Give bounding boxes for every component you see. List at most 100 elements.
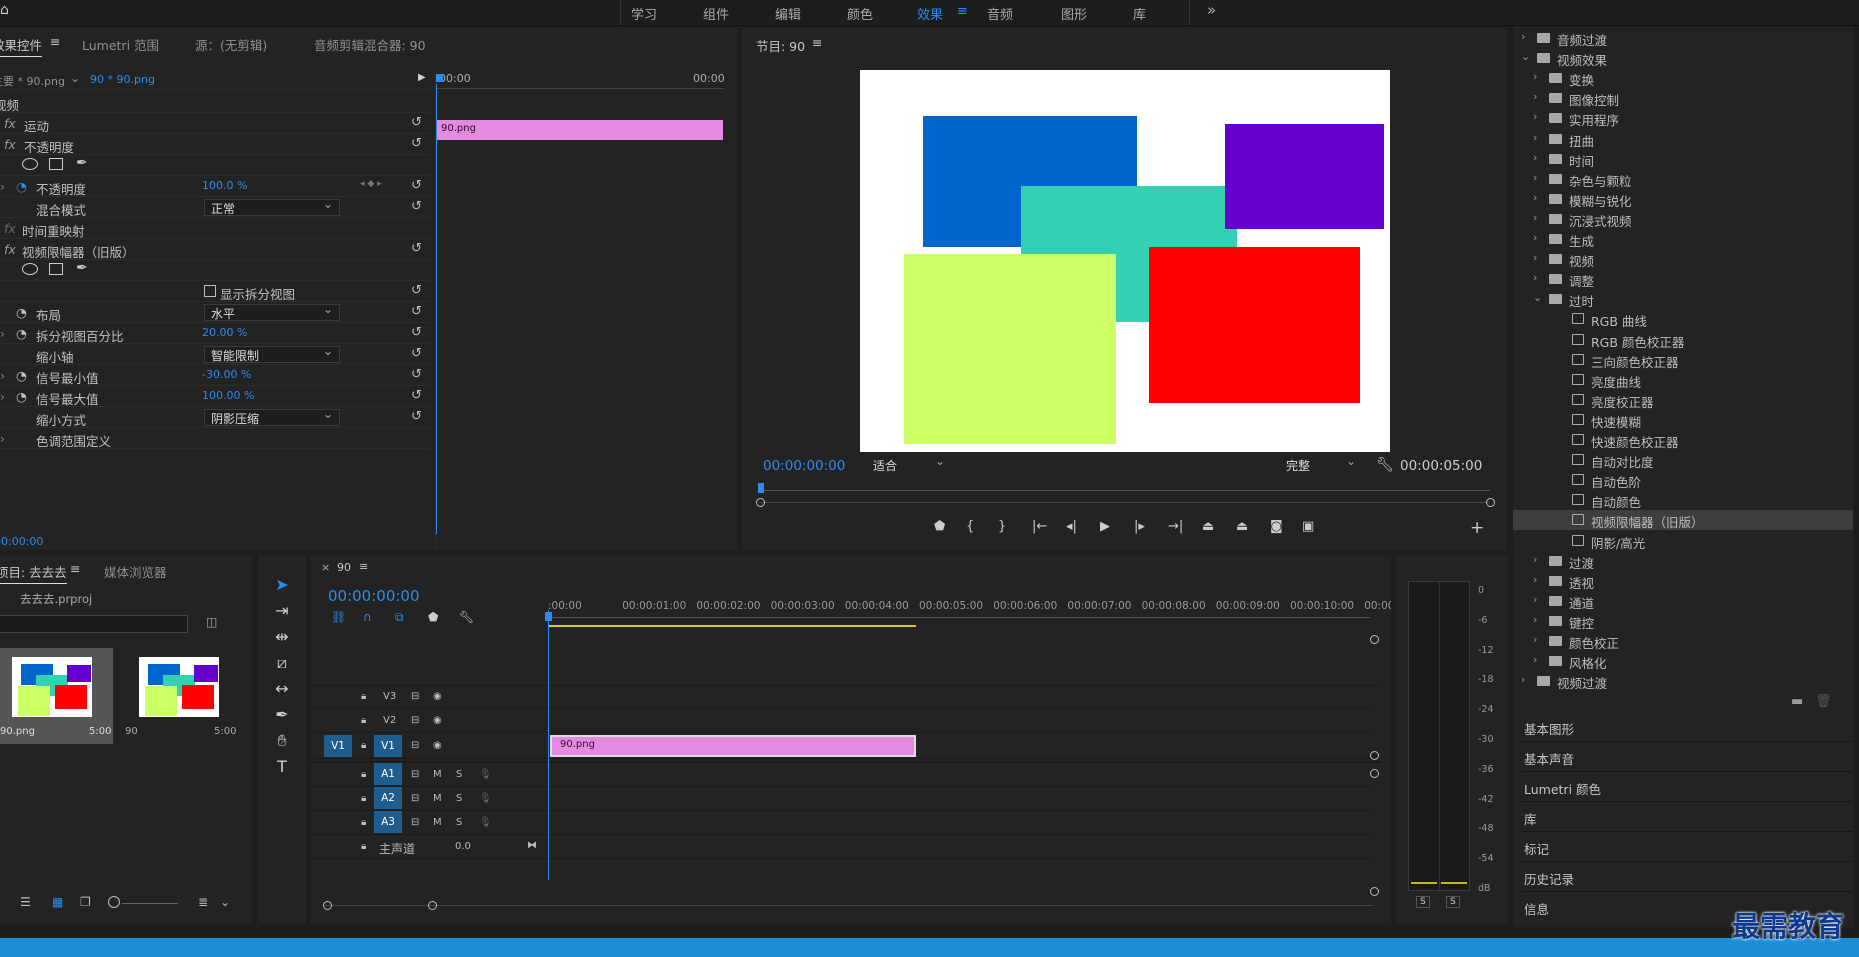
chevron-right-icon[interactable]: › — [1533, 653, 1537, 666]
reset-icon[interactable]: ↺ — [411, 347, 425, 361]
effects-tree-item[interactable]: ⌄ 视频效果 — [1513, 48, 1853, 68]
play-arrow-icon[interactable]: ▶ — [418, 72, 426, 83]
chevron-right-icon[interactable]: › — [1521, 673, 1525, 686]
zoom-handle-left[interactable] — [756, 498, 765, 507]
blend-mode-select[interactable]: 正常 — [204, 197, 340, 216]
panel-essential-sound[interactable]: 基本声音 — [1522, 742, 1852, 772]
opacity-value[interactable]: 100.0 % — [202, 179, 247, 192]
chevron-right-icon[interactable]: › — [0, 368, 5, 383]
mic-icon[interactable]: 🎙︎ — [479, 817, 492, 828]
play-icon[interactable]: ▶ — [1100, 519, 1110, 534]
sequence-clip-label[interactable]: 90 * 90.png — [90, 73, 155, 86]
program-menu-icon[interactable]: ≡ — [812, 35, 822, 50]
rectangle-mask-icon[interactable] — [49, 158, 63, 170]
step-back-icon[interactable]: ◂| — [1066, 519, 1077, 534]
effects-tree-item[interactable]: › 通道 — [1513, 591, 1853, 611]
lock-icon[interactable]: 🔒︎ — [361, 793, 366, 804]
timeline-settings-icon[interactable]: 🔧︎ — [459, 610, 474, 624]
freeform-view-icon[interactable]: ❐ — [80, 895, 91, 909]
effects-tree-item[interactable]: › 风格化 — [1513, 651, 1853, 671]
track-label[interactable]: V2 — [383, 715, 396, 726]
panel-lumetri-color[interactable]: Lumetri 颜色 — [1522, 772, 1852, 802]
effects-tree-item[interactable]: 阴影/高光 — [1513, 531, 1853, 551]
sync-lock-icon[interactable]: ⊟ — [411, 817, 419, 828]
chevron-right-icon[interactable]: › — [0, 326, 5, 341]
track-target-v1[interactable]: V1 — [374, 735, 402, 757]
sync-lock-icon[interactable]: ⊟ — [411, 691, 419, 702]
zoom-handle-right[interactable] — [1486, 498, 1495, 507]
project-search-input[interactable] — [0, 615, 188, 633]
tab-audio-clip-mixer[interactable]: 音频剪辑混合器: 90 — [314, 35, 426, 54]
master-bowtie-icon[interactable]: ⧓ — [527, 840, 537, 851]
camera-icon[interactable]: ◙ — [1270, 519, 1283, 534]
sequence-tab[interactable]: 90 — [337, 561, 351, 574]
reset-icon[interactable]: ↺ — [411, 368, 425, 382]
mic-icon[interactable]: 🎙︎ — [479, 769, 492, 780]
chevron-right-icon[interactable]: › — [1521, 30, 1525, 43]
meter-solo-right[interactable]: S — [1446, 896, 1460, 908]
track-target-a3[interactable]: A3 — [374, 811, 402, 833]
mark-out-icon[interactable]: } — [998, 519, 1006, 534]
track-a1[interactable]: 🔒︎ A1 ⊟ M S 🎙︎ — [311, 763, 1371, 787]
add-button-icon[interactable]: + — [1470, 518, 1484, 538]
eye-icon[interactable]: ◉ — [433, 715, 442, 726]
chevron-right-icon[interactable]: › — [1533, 231, 1537, 244]
reset-icon[interactable]: ↺ — [411, 179, 425, 193]
quality-select[interactable]: 完整 — [1280, 454, 1362, 474]
track-v1[interactable]: V1 🔒︎ V1 ⊟ ◉ 90.png — [311, 733, 1371, 759]
source-patch-v1[interactable]: V1 — [324, 735, 352, 757]
program-timecode[interactable]: 00:00:00:00 — [763, 458, 845, 474]
wrench-icon[interactable]: 🔧︎ — [1376, 457, 1394, 473]
effects-tree-item[interactable]: 快速模糊 — [1513, 410, 1853, 430]
effects-tree-item[interactable]: RGB 颜色校正器 — [1513, 330, 1853, 350]
panel-libraries[interactable]: 库 — [1522, 802, 1852, 832]
chevron-right-icon[interactable]: › — [1533, 271, 1537, 284]
reduce-axis-select[interactable]: 智能限制 — [204, 344, 340, 363]
lock-icon[interactable]: 🔒︎ — [361, 740, 366, 751]
tab-source[interactable]: 源：(无剪辑) — [195, 35, 267, 54]
nest-icon[interactable]: ⛓ — [331, 610, 346, 624]
effects-tree-item[interactable]: › 模糊与锐化 — [1513, 189, 1853, 209]
meter-solo-left[interactable]: S — [1416, 896, 1430, 908]
effects-tree-item[interactable]: › 实用程序 — [1513, 108, 1853, 128]
pen-tool-icon[interactable]: ✒ — [272, 705, 292, 725]
layout-select[interactable]: 水平 — [204, 302, 340, 321]
slip-tool-icon[interactable]: ↔ — [272, 679, 292, 699]
eye-icon[interactable]: ◉ — [433, 740, 442, 751]
linked-selection-icon[interactable]: ⧉ — [395, 610, 404, 625]
mic-icon[interactable]: 🎙︎ — [479, 793, 492, 804]
program-title[interactable]: 节目: 90 — [756, 36, 805, 55]
compare-view-icon[interactable]: ▣ — [1302, 519, 1314, 534]
a-scroll-handle[interactable] — [1370, 769, 1379, 778]
effects-tree-item[interactable]: 自动颜色 — [1513, 490, 1853, 510]
eye-icon[interactable]: ◉ — [433, 691, 442, 702]
chevron-right-icon[interactable]: › — [1533, 553, 1537, 566]
delete-icon[interactable]: 🗑︎ — [1815, 694, 1832, 709]
timeline-playhead[interactable] — [548, 610, 549, 880]
chevron-right-icon[interactable]: › — [1533, 633, 1537, 646]
track-target-a1[interactable]: A1 — [374, 763, 402, 785]
v-scroll-handle[interactable] — [1370, 751, 1379, 760]
effect-time-remap[interactable]: fx 时间重映射 — [0, 218, 430, 239]
mute-button[interactable]: M — [433, 769, 442, 780]
track-v2[interactable]: 🔒︎ V2 ⊟ ◉ — [311, 709, 1371, 733]
effects-tree-item[interactable]: › 扭曲 — [1513, 129, 1853, 149]
effects-tree-item[interactable]: 自动对比度 — [1513, 450, 1853, 470]
ec-playhead[interactable] — [436, 84, 437, 534]
effect-motion[interactable]: fx 运动 ↺ — [0, 113, 430, 134]
ellipse-mask-icon[interactable] — [22, 158, 38, 170]
stopwatch-icon[interactable]: ◔ — [16, 368, 27, 383]
list-view-icon[interactable]: ☰ — [20, 895, 31, 909]
chevron-right-icon[interactable]: › — [1533, 251, 1537, 264]
ripple-edit-tool-icon[interactable]: ⇹ — [272, 627, 292, 647]
track-master[interactable]: 🔒︎ 主声道 0.0 ⧓ — [311, 835, 1371, 859]
chevron-right-icon[interactable]: › — [1533, 593, 1537, 606]
go-to-out-icon[interactable]: →| — [1168, 519, 1183, 534]
close-icon[interactable]: × — [321, 561, 330, 574]
workspace-graphics[interactable]: 图形 — [1061, 4, 1087, 23]
sync-lock-icon[interactable]: ⊟ — [411, 769, 419, 780]
effects-tree-item[interactable]: RGB 曲线 — [1513, 309, 1853, 329]
reset-icon[interactable]: ↺ — [411, 410, 425, 424]
add-marker-icon[interactable]: ⬟ — [428, 610, 438, 624]
panel-markers[interactable]: 标记 — [1522, 832, 1852, 862]
